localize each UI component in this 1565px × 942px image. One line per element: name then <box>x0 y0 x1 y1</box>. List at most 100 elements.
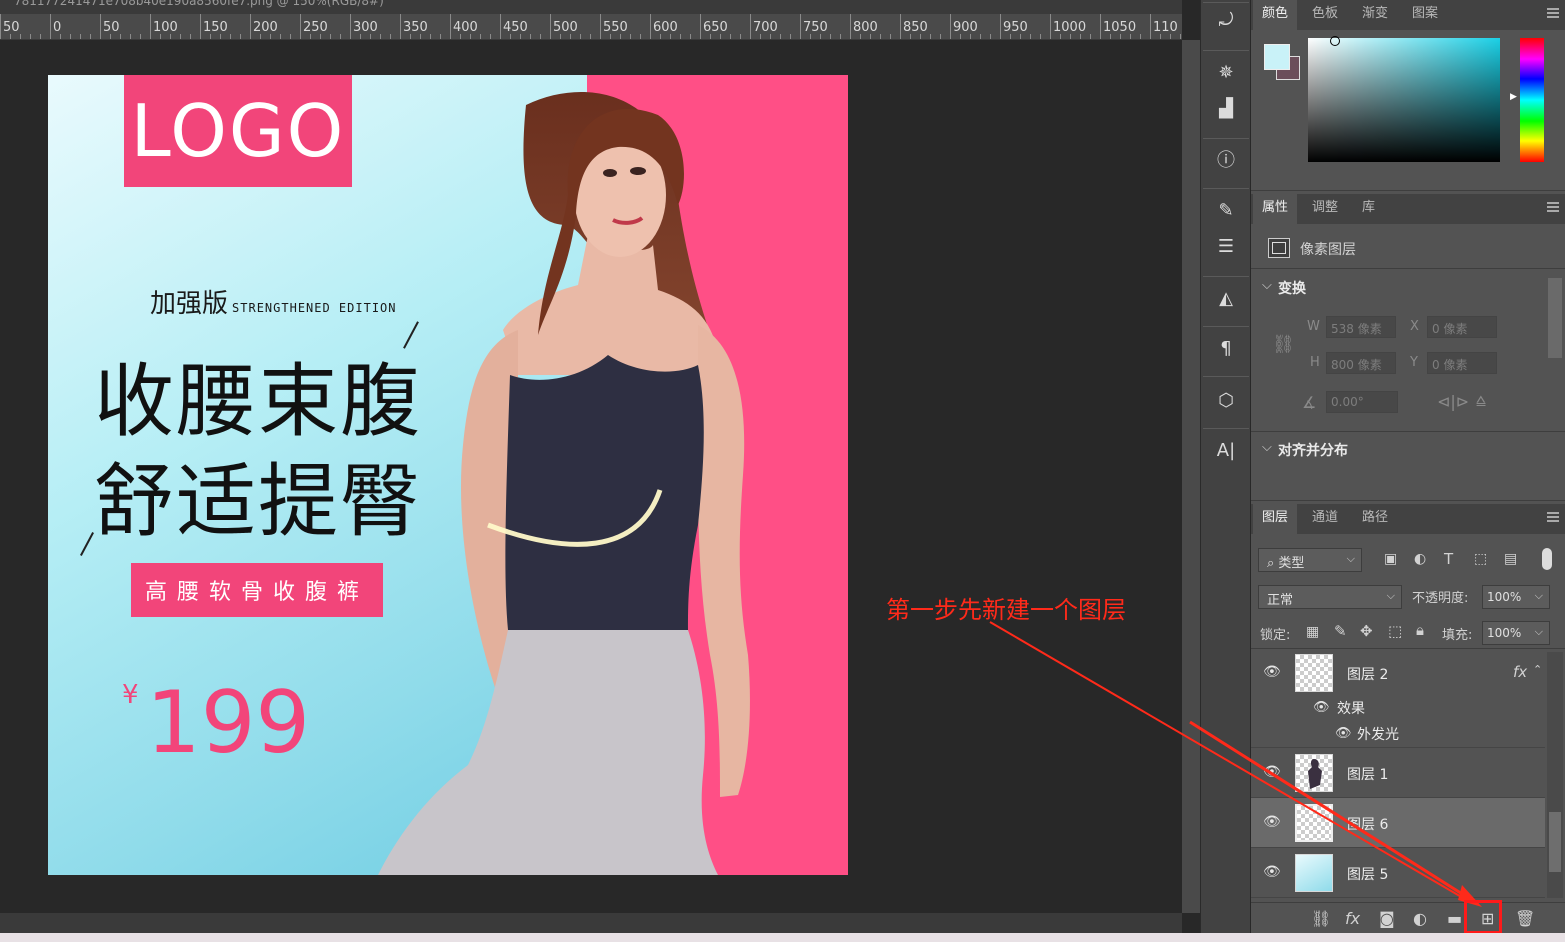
align-section-title[interactable]: 对齐并分布 <box>1278 440 1348 460</box>
properties-scrollbar[interactable] <box>1548 278 1562 358</box>
tab-channels[interactable]: 通道 <box>1303 504 1347 534</box>
ruler-tick-label: 110 <box>1153 20 1178 35</box>
layer-thumbnail-3 <box>1295 804 1333 842</box>
height-field[interactable]: 800 像素 <box>1326 352 1396 374</box>
panel-icon-strip: ⤾ ✵ ▟ ⓘ ✎ ☰ ◭ ¶ ⬡ A| <box>1200 0 1250 942</box>
adjustments-icon[interactable]: ☰ <box>1215 236 1237 258</box>
new-group-folder-icon[interactable]: ▬ <box>1447 909 1462 928</box>
layer-type-label: 像素图层 <box>1300 242 1356 258</box>
visibility-eye-icon-3[interactable]: 👁︎ <box>1263 814 1281 830</box>
flip-vertical-icon[interactable]: ⩠ <box>1476 390 1486 410</box>
tab-adjustments[interactable]: 调整 <box>1303 194 1347 224</box>
effects-eye-icon[interactable]: 👁︎ <box>1313 700 1330 715</box>
ruler-tick <box>300 14 301 39</box>
layer-row-layer2[interactable]: 👁︎ 图层 2 fx ⌃ <box>1251 648 1545 696</box>
chevron-down-icon-2[interactable]: ⌵ <box>1262 440 1272 455</box>
y-field[interactable]: 0 像素 <box>1427 352 1497 374</box>
horizontal-scrollbar[interactable] <box>0 913 1182 933</box>
width-field[interactable]: 538 像素 <box>1326 316 1396 338</box>
fill-field[interactable]: 100% ⌵ <box>1482 621 1550 645</box>
tab-patterns[interactable]: 图案 <box>1403 0 1447 30</box>
delete-layer-trash-icon[interactable]: 🗑︎ <box>1515 909 1535 928</box>
info-icon[interactable]: ⓘ <box>1215 150 1237 172</box>
lock-all-icon[interactable]: 🔒︎ <box>1416 621 1424 639</box>
paragraph-icon[interactable]: ¶ <box>1215 338 1237 360</box>
layer-effect-outer-glow-row[interactable]: 👁︎ 外发光 <box>1251 720 1545 748</box>
filter-adjustment-icon[interactable]: ◐ <box>1414 551 1426 567</box>
layer-row-layer1[interactable]: 👁︎ 图层 1 <box>1251 748 1545 798</box>
blend-mode-dropdown[interactable]: 正常 ⌵ <box>1258 585 1402 609</box>
add-mask-icon[interactable]: ◙ <box>1379 909 1395 928</box>
properties-panel-menu-icon[interactable] <box>1547 202 1559 212</box>
opacity-field[interactable]: 100% ⌵ <box>1482 585 1550 609</box>
transform-section-title[interactable]: 变换 <box>1278 278 1306 298</box>
visibility-eye-icon-4[interactable]: 👁︎ <box>1263 864 1281 880</box>
layers-panel-tabs: 图层 通道 路径 <box>1251 504 1565 534</box>
headline-1: 收腰束腹 <box>94 355 422 448</box>
tab-layers[interactable]: 图层 <box>1253 504 1298 534</box>
y-label: Y <box>1410 355 1418 370</box>
shapes-icon[interactable]: ◭ <box>1215 288 1237 310</box>
edition-label: 加强版 STRENGTHENED EDITION <box>150 283 397 320</box>
chevron-down-icon[interactable]: ⌵ <box>1262 278 1272 293</box>
document-tab[interactable]: 781177241471e708b40e190a8560fe7.png @ 15… <box>0 0 1182 14</box>
filter-type-icon[interactable]: T <box>1444 550 1453 568</box>
color-saturation-field[interactable] <box>1308 38 1500 162</box>
adjustment-layer-icon[interactable]: ◐ <box>1413 909 1427 928</box>
filter-pixel-icon[interactable]: ▣ <box>1384 551 1397 567</box>
tab-paths[interactable]: 路径 <box>1353 504 1397 534</box>
hue-slider[interactable] <box>1520 38 1544 162</box>
ruler-tick <box>1000 14 1001 39</box>
color-picker-ring[interactable] <box>1330 36 1340 46</box>
hue-slider-caret-icon[interactable]: ▶ <box>1510 92 1517 102</box>
layer-filter-dropdown[interactable]: ⌕ 类型 ⌵ <box>1258 548 1362 572</box>
visibility-eye-icon[interactable]: 👁︎ <box>1263 664 1281 680</box>
tab-color[interactable]: 颜色 <box>1253 0 1298 30</box>
layer-name-3: 图层 6 <box>1347 817 1389 833</box>
outer-glow-eye-icon[interactable]: 👁︎ <box>1335 726 1352 741</box>
history-icon[interactable]: ⤾ <box>1215 10 1237 32</box>
layer-effects-row[interactable]: 👁︎ 效果 <box>1251 696 1545 720</box>
ruler-tick-label: 900 <box>953 20 978 35</box>
angle-field[interactable]: 0.00° <box>1326 391 1398 413</box>
foreground-color-swatch-front[interactable] <box>1264 44 1290 70</box>
layer-row-layer5[interactable]: 👁︎ 图层 5 <box>1251 848 1545 898</box>
x-field[interactable]: 0 像素 <box>1427 316 1497 338</box>
tab-libraries[interactable]: 库 <box>1353 194 1384 224</box>
layer-row-layer6[interactable]: 👁︎ 图层 6 <box>1251 798 1545 848</box>
lock-artboard-icon[interactable]: ⬚ <box>1388 622 1402 640</box>
tab-swatches[interactable]: 色板 <box>1303 0 1347 30</box>
ruler-tick-label: 950 <box>1003 20 1028 35</box>
layer-effects-fx-icon[interactable]: fx <box>1513 663 1527 681</box>
chevron-up-icon[interactable]: ⌃ <box>1533 663 1542 676</box>
filter-shape-icon[interactable]: ⬚ <box>1474 551 1487 567</box>
ruler-tick-label: 50 <box>3 20 20 35</box>
histogram-icon[interactable]: ▟ <box>1215 98 1237 120</box>
layers-panel-menu-icon[interactable] <box>1547 512 1559 522</box>
ruler-tick-label: 450 <box>503 20 528 35</box>
brush-settings-icon[interactable]: ✎ <box>1215 200 1237 222</box>
3d-cube-icon[interactable]: ⬡ <box>1215 390 1237 412</box>
link-icon[interactable]: ⛓ <box>1272 334 1295 355</box>
link-layers-icon[interactable]: ⛓ <box>1311 909 1331 928</box>
tab-gradients[interactable]: 渐变 <box>1353 0 1397 30</box>
visibility-eye-icon-2[interactable]: 👁︎ <box>1263 764 1281 780</box>
horizontal-ruler[interactable]: 50 0 50 100 150 200 250 300 350 400 450 500 550 600 65… <box>0 14 1182 40</box>
lock-brush-icon[interactable]: ✎ <box>1334 622 1347 640</box>
add-style-fx-icon[interactable]: fx <box>1345 909 1360 928</box>
ruler-tick-label: 100 <box>153 20 178 35</box>
tab-properties[interactable]: 属性 <box>1253 194 1298 224</box>
navigator-icon[interactable]: ✵ <box>1215 62 1237 84</box>
layers-scrollbar[interactable] <box>1547 652 1563 898</box>
vertical-scrollbar[interactable] <box>1182 40 1200 913</box>
annotation-text: 第一步先新建一个图层 <box>886 596 1126 624</box>
logo-box: LOGO <box>124 75 352 187</box>
flip-horizontal-icon[interactable]: ⊲|⊳ <box>1437 392 1469 411</box>
lock-position-icon[interactable]: ✥ <box>1360 622 1373 640</box>
artwork-canvas[interactable]: LOGO 加强版 STRENGTHENED EDITION 收腰束腹 舒适提臀 高… <box>48 75 848 875</box>
lock-transparent-icon[interactable]: ▦ <box>1306 624 1319 640</box>
character-icon[interactable]: A| <box>1215 440 1237 462</box>
filter-smart-object-icon[interactable]: ▤ <box>1504 551 1517 567</box>
filter-toggle[interactable] <box>1542 548 1552 570</box>
color-panel-menu-icon[interactable] <box>1547 8 1559 18</box>
